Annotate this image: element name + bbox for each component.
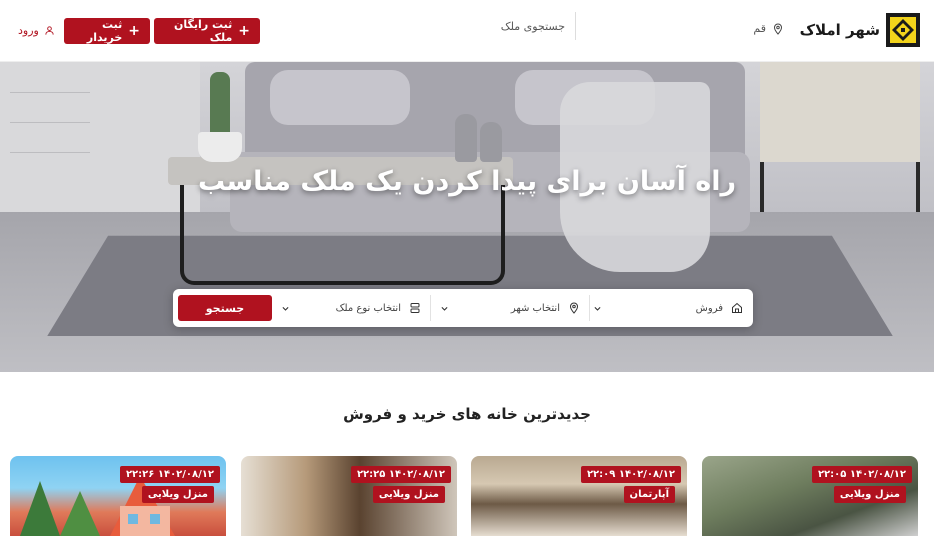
chevron-down-icon [594,306,601,311]
plus-icon: + [128,23,140,39]
hero-vase [480,122,502,162]
login-link[interactable]: ورود [18,24,55,37]
plus-icon: + [238,23,250,39]
city-select[interactable]: انتخاب شهر [440,289,580,327]
location-pin-icon [773,22,783,35]
chevron-down-icon [441,306,448,311]
user-icon [45,26,54,35]
hero-coffee-table-frame [180,185,505,285]
listing-date: ۱۴۰۲/۰۸/۱۲ ۲۲:۲۵ [350,466,451,483]
listing-date: ۱۴۰۲/۰۸/۱۲ ۲۲:۰۵ [811,466,912,483]
logo-icon [886,13,920,47]
building-icon [410,303,420,313]
hero-banner: راه آسان برای پیدا کردن یک ملک مناسب فرو… [0,62,934,372]
listing-type: منزل ویلایی [372,486,445,503]
listing-type: آپارتمان [623,486,675,503]
hero-title: راه آسان برای پیدا کردن یک ملک مناسب [197,166,737,197]
free-listing-label: ثبت رایگان ملک [174,18,233,44]
property-type-select[interactable]: انتخاب نوع ملک [281,289,421,327]
city-select-value: انتخاب شهر [510,302,560,314]
logo-text: شهر املاک [799,21,880,39]
listing-type: منزل ویلایی [833,486,906,503]
search-divider [430,295,431,321]
hero-plant-pot [198,132,242,162]
latest-listings-title: جدیدترین خانه های خرید و فروش [343,405,591,423]
city-selector[interactable]: قم [753,22,784,35]
hero-side-table [760,62,920,162]
city-label: قم [753,22,766,35]
login-label: ورود [18,24,39,37]
listing-card[interactable]: ۱۴۰۲/۰۸/۱۲ ۲۲:۰۵ منزل ویلایی [702,456,918,536]
search-submit-button[interactable]: جستجو [178,295,272,321]
listing-date: ۱۴۰۲/۰۸/۱۲ ۲۲:۲۶ [119,466,220,483]
listing-card[interactable]: ۱۴۰۲/۰۸/۱۲ ۲۲:۰۹ آپارتمان [471,456,687,536]
property-search-bar: فروش انتخاب شهر انتخاب نوع ملک جستجو [173,289,753,327]
top-header: شهر املاک قم جستجوی ملک + ثبت رایگان ملک… [0,0,934,62]
search-input[interactable]: جستجوی ملک [358,12,576,40]
add-buyer-label: ثبت خریدار [86,18,123,44]
add-buyer-button[interactable]: + ثبت خریدار [64,18,150,44]
listing-card[interactable]: ۱۴۰۲/۰۸/۱۲ ۲۲:۲۶ منزل ویلایی [10,456,226,536]
location-pin-icon [569,302,579,314]
search-placeholder: جستجوی ملک [500,19,565,33]
search-divider [589,295,590,321]
chevron-down-icon [282,306,289,311]
site-logo[interactable]: شهر املاک [800,13,920,47]
property-type-value: انتخاب نوع ملک [335,302,401,314]
deal-type-value: فروش [695,302,723,314]
free-listing-button[interactable]: + ثبت رایگان ملک [154,18,260,44]
deal-type-select[interactable]: فروش [593,289,743,327]
listing-date: ۱۴۰۲/۰۸/۱۲ ۲۲:۰۹ [580,466,681,483]
home-icon [732,302,742,313]
listing-card[interactable]: ۱۴۰۲/۰۸/۱۲ ۲۲:۲۵ منزل ویلایی [241,456,457,536]
hero-vase [455,114,477,162]
listing-type: منزل ویلایی [141,486,214,503]
